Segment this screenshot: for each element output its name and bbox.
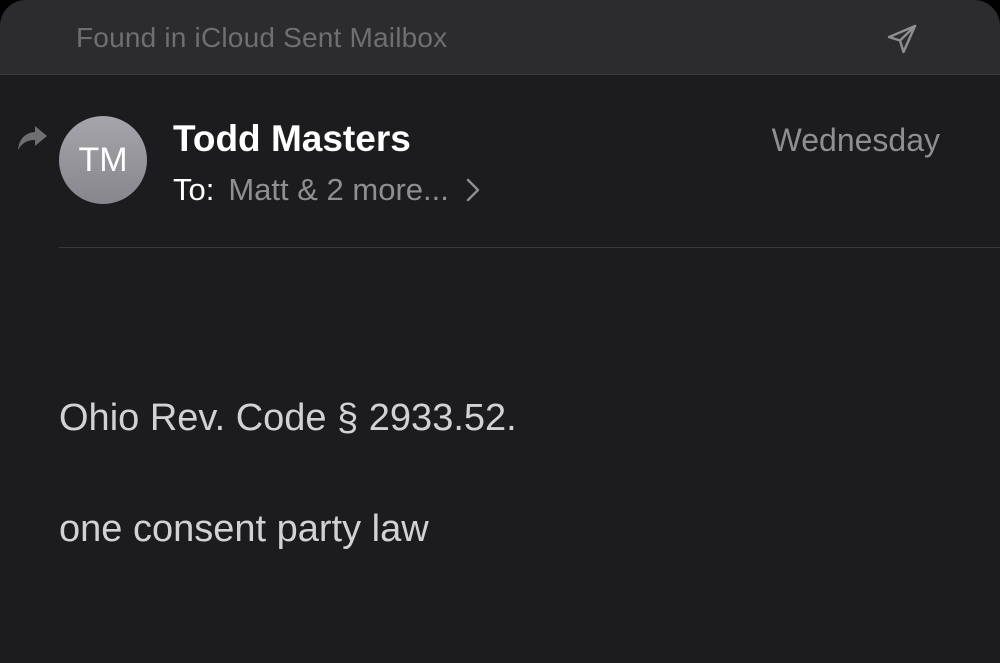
- replied-arrow-icon: [18, 126, 47, 150]
- sender-avatar[interactable]: TM: [59, 116, 147, 204]
- sender-name[interactable]: Todd Masters: [173, 117, 411, 161]
- chevron-right-icon[interactable]: [465, 177, 481, 203]
- message-body-line: one consent party law: [59, 508, 429, 550]
- paper-plane-icon[interactable]: [885, 22, 919, 56]
- mail-message-screen: Found in iCloud Sent Mailbox TM Todd Mas…: [0, 0, 1000, 663]
- mailbox-banner-text: Found in iCloud Sent Mailbox: [76, 22, 448, 53]
- recipients-summary[interactable]: Matt & 2 more...: [228, 170, 449, 210]
- message-date: Wednesday: [771, 122, 940, 158]
- to-label: To:: [173, 172, 215, 207]
- message-body-line: Ohio Rev. Code § 2933.52.: [59, 397, 517, 439]
- header-divider: [59, 247, 1000, 248]
- mailbox-banner: Found in iCloud Sent Mailbox: [0, 0, 1000, 75]
- recipients-row[interactable]: To: Matt & 2 more...: [173, 170, 481, 210]
